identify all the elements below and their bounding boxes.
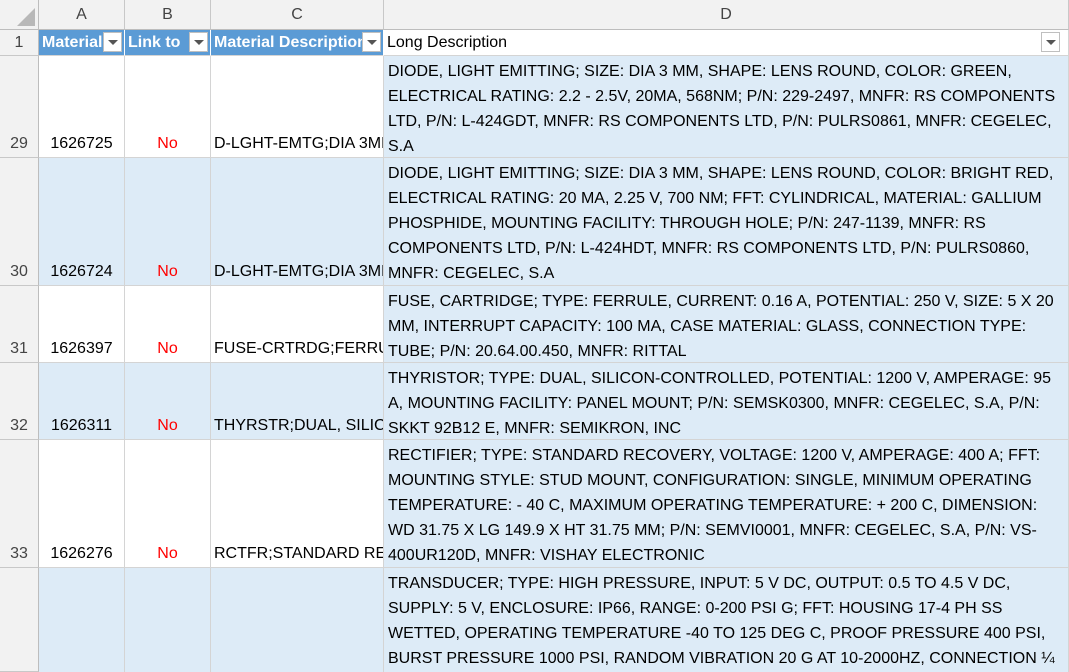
link-status: No [157,135,178,152]
cell-material-description[interactable]: FUSE-CRTRDG;FERRULE [211,286,384,363]
short-description: RCTFR;STANDARD RECOVERY [214,545,384,562]
column-header-b[interactable]: B [125,0,211,30]
table-header-material-description[interactable]: Material Description [211,30,384,56]
short-description: D-LGHT-EMTG;DIA 3MM [214,135,384,152]
material-number: 1626276 [50,545,113,562]
column-header-d[interactable]: D [384,0,1069,30]
cell-material-description[interactable]: D-LGHT-EMTG;DIA 3MM [211,158,384,286]
row-number: 30 [10,263,28,280]
row-header-1[interactable]: 1 [0,30,39,56]
row-number: 31 [10,340,28,357]
cell-material[interactable] [39,568,125,672]
short-description: D-LGHT-EMTG;DIA 3MM [214,263,384,280]
column-header-c[interactable]: C [211,0,384,30]
cell-material[interactable]: 1626725 [39,56,125,158]
material-number: 1626311 [50,417,113,434]
cell-long-description[interactable]: RECTIFIER; TYPE: STANDARD RECOVERY, VOLT… [384,440,1069,568]
row-header-partial[interactable] [0,568,39,672]
row-header-30[interactable]: 30 [0,158,39,286]
filter-dropdown-icon[interactable] [1041,32,1060,52]
filter-dropdown-icon[interactable] [189,32,208,52]
row-number: 33 [10,545,28,562]
link-status: No [157,263,178,280]
cell-long-description[interactable]: TRANSDUCER; TYPE: HIGH PRESSURE, INPUT: … [384,568,1069,672]
cell-material[interactable]: 1626397 [39,286,125,363]
filter-dropdown-icon[interactable] [362,32,381,52]
column-header-a[interactable]: A [39,0,125,30]
row-number: 29 [10,135,28,152]
cell-link[interactable] [125,568,211,672]
header-label: Material Description [214,34,367,51]
cell-long-description[interactable]: THYRISTOR; TYPE: DUAL, SILICON-CONTROLLE… [384,363,1069,440]
link-status: No [157,417,178,434]
row-header-29[interactable]: 29 [0,56,39,158]
header-label: Material [42,34,103,51]
header-label: Long Description [387,34,508,51]
short-description: THYRSTR;DUAL, SILICON [214,417,384,434]
cell-link[interactable]: No [125,56,211,158]
cell-link[interactable]: No [125,158,211,286]
select-all-triangle-icon [17,8,35,26]
cell-material-description[interactable]: THYRSTR;DUAL, SILICON [211,363,384,440]
cell-material[interactable]: 1626724 [39,158,125,286]
cell-long-description[interactable]: FUSE, CARTRIDGE; TYPE: FERRULE, CURRENT:… [384,286,1069,363]
link-status: No [157,545,178,562]
row-number: 1 [14,34,24,51]
link-status: No [157,340,178,357]
cell-link[interactable]: No [125,286,211,363]
row-header-32[interactable]: 32 [0,363,39,440]
cell-long-description[interactable]: DIODE, LIGHT EMITTING; SIZE: DIA 3 MM, S… [384,158,1069,286]
material-number: 1626725 [50,135,113,152]
cell-link[interactable]: No [125,363,211,440]
material-number: 1626397 [50,340,113,357]
spreadsheet-grid: A B C D 1 Material Link to Material Desc… [0,0,1069,672]
cell-material-description[interactable] [211,568,384,672]
row-header-33[interactable]: 33 [0,440,39,568]
short-description: FUSE-CRTRDG;FERRULE [214,340,383,357]
filter-dropdown-icon[interactable] [103,32,122,52]
cell-material-description[interactable]: D-LGHT-EMTG;DIA 3MM [211,56,384,158]
cell-long-description[interactable]: DIODE, LIGHT EMITTING; SIZE: DIA 3 MM, S… [384,56,1069,158]
row-header-31[interactable]: 31 [0,286,39,363]
table-header-material[interactable]: Material [39,30,125,56]
cell-material[interactable]: 1626276 [39,440,125,568]
header-label: Link to [128,34,181,51]
material-number: 1626724 [50,263,113,280]
select-all-corner[interactable] [0,0,39,30]
cell-material[interactable]: 1626311 [39,363,125,440]
table-header-long-description[interactable]: Long Description [384,30,1069,56]
cell-material-description[interactable]: RCTFR;STANDARD RECOVERY [211,440,384,568]
row-number: 32 [10,417,28,434]
table-header-link[interactable]: Link to [125,30,211,56]
cell-link[interactable]: No [125,440,211,568]
